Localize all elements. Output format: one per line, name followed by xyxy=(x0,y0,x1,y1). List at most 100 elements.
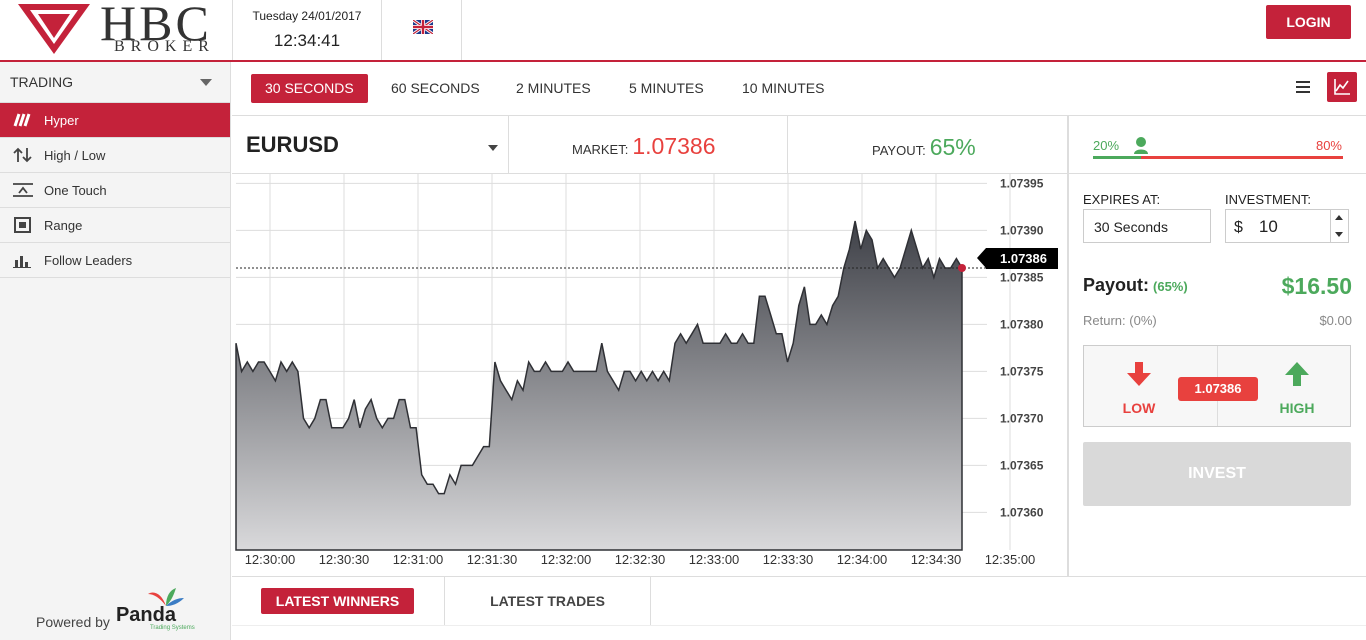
bottom-tabs: LATEST WINNERS LATEST TRADES xyxy=(232,576,1366,640)
expires-label: EXPIRES AT: xyxy=(1083,192,1161,207)
sidebar-item-label: Follow Leaders xyxy=(44,252,133,268)
x-tick-label: 12:31:30 xyxy=(467,552,518,567)
logo[interactable]: HBC BROKER xyxy=(14,0,224,58)
chevron-down-icon[interactable] xyxy=(488,145,498,151)
arrow-up-icon xyxy=(1285,362,1309,386)
sentiment-low-pct: 20% xyxy=(1093,138,1120,153)
payout-summary-pct: (65%) xyxy=(1153,279,1188,294)
price-chart[interactable]: 1.07395 1.07390 1.07385 1.07380 1.07375 1.073… xyxy=(232,174,1068,576)
payout-amount: $16.50 xyxy=(1281,273,1352,299)
y-tick-label: 1.07370 xyxy=(1000,411,1044,425)
trade-panel: EXPIRES AT: INVESTMENT: 30 Seconds $10 P… xyxy=(1068,174,1366,576)
asset-selector[interactable]: EURUSD xyxy=(246,132,339,158)
expires-field[interactable]: 30 Seconds xyxy=(1083,209,1211,243)
sidebar-item-high-low[interactable]: High / Low xyxy=(0,138,230,173)
tab-2-minutes[interactable]: 2 MINUTES xyxy=(502,74,605,103)
high-button[interactable]: HIGH xyxy=(1242,346,1352,426)
time-text: 12:34:41 xyxy=(273,31,341,50)
sidebar-item-follow-leaders[interactable]: Follow Leaders xyxy=(0,243,230,278)
decrement-icon[interactable] xyxy=(1335,232,1343,237)
list-view-icon[interactable] xyxy=(1296,81,1310,93)
chevron-down-icon xyxy=(200,79,212,86)
return-summary: Return: (0%) xyxy=(1083,313,1157,328)
tab-latest-winners[interactable]: LATEST WINNERS xyxy=(261,588,414,614)
x-tick-label: 12:34:00 xyxy=(837,552,888,567)
x-tick-label: 12:35:00 xyxy=(985,552,1036,567)
trading-menu-header[interactable]: TRADING xyxy=(0,62,230,103)
sidebar-item-label: Hyper xyxy=(44,112,79,128)
investment-value: 10 xyxy=(1258,217,1278,236)
powered-by: Powered by Panda Trading Systems xyxy=(36,588,196,631)
one-touch-icon xyxy=(13,183,33,197)
tab-60-seconds[interactable]: 60 SECONDS xyxy=(377,74,494,103)
payout-label: PAYOUT: xyxy=(872,143,926,158)
payout-summary: Payout: (65%) xyxy=(1083,275,1188,296)
panda-logo[interactable]: Panda Trading Systems xyxy=(115,588,196,631)
high-low-icon xyxy=(13,147,32,163)
x-tick-label: 12:33:00 xyxy=(689,552,740,567)
powered-by-text: Powered by xyxy=(36,614,110,630)
tab-latest-trades[interactable]: LATEST TRADES xyxy=(444,577,651,625)
increment-icon[interactable] xyxy=(1335,215,1343,220)
payout-value: 65% xyxy=(929,134,976,160)
market-price: MARKET: 1.07386 xyxy=(572,133,715,160)
chart-view-button[interactable] xyxy=(1327,72,1357,102)
sidebar-item-hyper[interactable]: Hyper xyxy=(0,103,230,138)
sentiment-high-bar xyxy=(1141,156,1343,159)
y-tick-label: 1.07375 xyxy=(1000,364,1044,378)
strike-price-badge: 1.07386 xyxy=(1178,377,1258,401)
language-selector[interactable] xyxy=(383,0,462,60)
current-price-marker xyxy=(958,264,966,272)
payout-summary-label: Payout: xyxy=(1083,275,1150,295)
high-label: HIGH xyxy=(1279,400,1315,416)
top-bar: HBC BROKER Tuesday 24/01/2017 12:34:41 L… xyxy=(0,0,1366,62)
x-tick-label: 12:34:30 xyxy=(911,552,962,567)
tab-30-seconds[interactable]: 30 SECONDS xyxy=(251,74,368,103)
y-tick-label: 1.07380 xyxy=(1000,317,1044,331)
price-area-series xyxy=(235,220,963,551)
x-tick-label: 12:32:00 xyxy=(541,552,592,567)
divider xyxy=(508,116,509,174)
return-amount: $0.00 xyxy=(1319,313,1352,328)
panda-brand: Panda xyxy=(115,604,176,626)
sidebar-item-label: Range xyxy=(44,217,83,233)
user-icon xyxy=(1134,137,1148,154)
trading-menu-title: TRADING xyxy=(10,74,73,90)
x-tick-label: 12:30:00 xyxy=(245,552,296,567)
follow-leaders-icon xyxy=(13,256,31,268)
investment-field[interactable]: $10 xyxy=(1225,209,1331,243)
hyper-icon xyxy=(13,113,31,127)
investment-label: INVESTMENT: xyxy=(1225,192,1311,207)
return-pct: (0%) xyxy=(1129,313,1157,328)
price-chart-svg: 1.07395 1.07390 1.07385 1.07380 1.07375 1.073… xyxy=(235,174,1044,567)
uk-flag-icon xyxy=(413,20,433,34)
panda-brand-sub: Trading Systems xyxy=(149,625,195,631)
date-text: Tuesday 24/01/2017 xyxy=(252,9,362,23)
tab-10-minutes[interactable]: 10 MINUTES xyxy=(728,74,838,103)
market-label: MARKET: xyxy=(572,142,629,157)
sidebar-item-label: High / Low xyxy=(44,147,106,163)
lion-shield-icon xyxy=(18,4,90,54)
direction-selector: LOW HIGH 1.07386 xyxy=(1083,345,1351,427)
sidebar-item-one-touch[interactable]: One Touch xyxy=(0,173,230,208)
y-tick-label: 1.07365 xyxy=(1000,458,1044,472)
invest-button[interactable]: INVEST xyxy=(1083,442,1351,506)
y-tick-label: 1.07360 xyxy=(1000,505,1044,519)
x-tick-label: 12:31:00 xyxy=(393,552,444,567)
low-label: LOW xyxy=(1122,400,1156,416)
investment-stepper[interactable] xyxy=(1331,209,1349,243)
sidebar-item-range[interactable]: Range xyxy=(0,208,230,243)
clock: Tuesday 24/01/2017 12:34:41 xyxy=(232,0,382,60)
login-button[interactable]: LOGIN xyxy=(1266,5,1351,39)
y-tick-label: 1.07385 xyxy=(1000,270,1044,284)
current-price-tag: 1.07386 xyxy=(977,248,1058,269)
x-tick-label: 12:30:30 xyxy=(319,552,370,567)
brand-sub: BROKER xyxy=(114,38,215,55)
sidebar: TRADING Hyper High / Low One Touch Range… xyxy=(0,62,231,640)
market-value: 1.07386 xyxy=(632,133,716,159)
sentiment-high-pct: 80% xyxy=(1315,138,1342,153)
divider xyxy=(787,116,788,174)
tab-5-minutes[interactable]: 5 MINUTES xyxy=(615,74,718,103)
y-tick-label: 1.07395 xyxy=(1000,176,1044,190)
x-tick-label: 12:33:30 xyxy=(763,552,814,567)
